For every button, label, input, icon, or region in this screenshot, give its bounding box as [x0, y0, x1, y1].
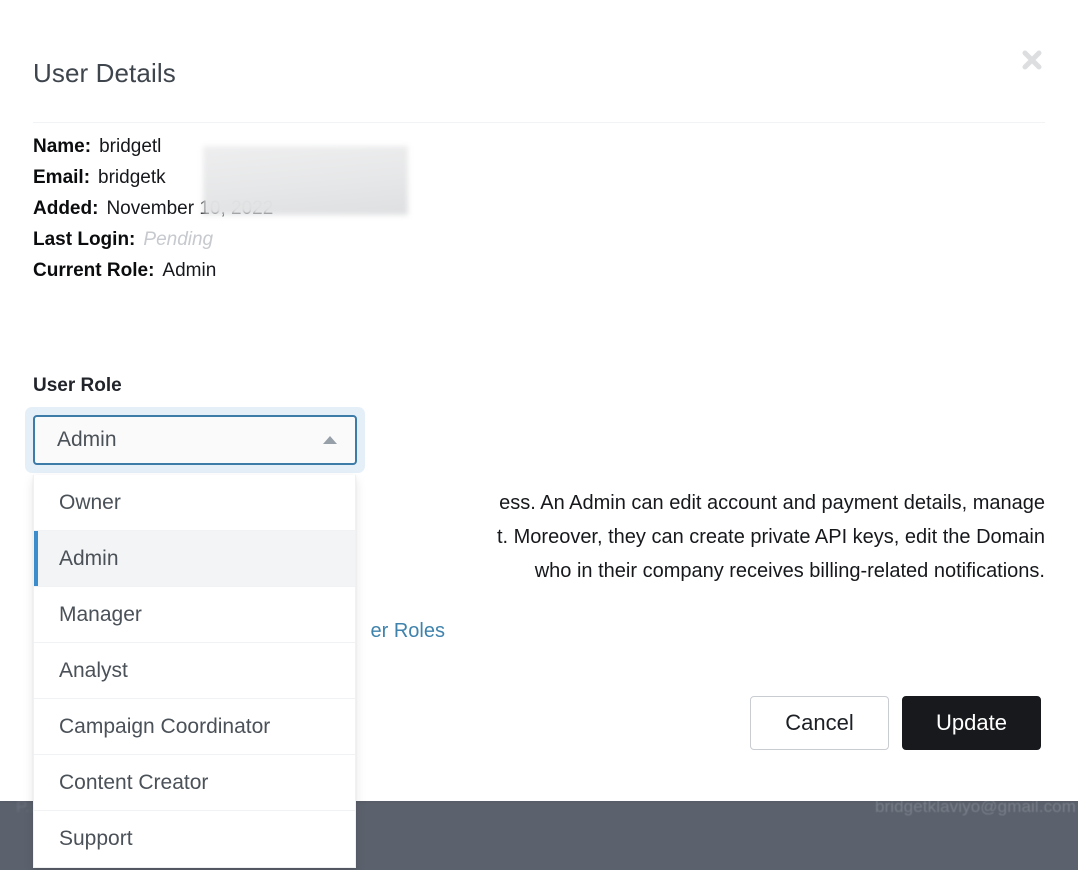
- dropdown-option-owner[interactable]: Owner: [34, 475, 355, 531]
- dropdown-option-campaign-coordinator[interactable]: Campaign Coordinator: [34, 699, 355, 755]
- user-role-selected-value: Admin: [57, 428, 117, 452]
- dropdown-option-admin[interactable]: Admin: [34, 531, 355, 587]
- detail-label: Current Role:: [33, 260, 154, 282]
- cancel-button[interactable]: Cancel: [750, 696, 889, 750]
- detail-value: bridgetl: [99, 136, 161, 158]
- detail-value: Admin: [162, 260, 216, 282]
- detail-label: Added:: [33, 198, 98, 220]
- user-role-dropdown-list[interactable]: Owner Admin Manager Analyst Campaign Coo…: [33, 475, 356, 868]
- header-divider: [33, 122, 1045, 123]
- update-button[interactable]: Update: [902, 696, 1041, 750]
- detail-value-pending: Pending: [143, 229, 213, 251]
- detail-value: bridgetk: [98, 167, 166, 189]
- dropdown-option-content-creator[interactable]: Content Creator: [34, 755, 355, 811]
- user-role-select-wrapper: Admin: [25, 407, 365, 473]
- modal-footer-actions: Cancel Update: [750, 696, 1041, 750]
- detail-label: Name:: [33, 136, 91, 158]
- detail-row-last-login: Last Login: Pending: [33, 229, 273, 260]
- redaction-block: [203, 146, 408, 215]
- screen: P... bridgetklaviyo@gmail.com User Detai…: [0, 0, 1078, 870]
- detail-label: Email:: [33, 167, 90, 189]
- user-role-select[interactable]: Admin: [33, 415, 357, 465]
- detail-label: Last Login:: [33, 229, 135, 251]
- page-title: User Details: [33, 58, 176, 89]
- user-details-modal: User Details Name: bridgetl Email: bridg…: [0, 0, 1078, 801]
- dropdown-option-analyst[interactable]: Analyst: [34, 643, 355, 699]
- detail-row-current-role: Current Role: Admin: [33, 260, 273, 291]
- chevron-up-icon[interactable]: [319, 429, 341, 451]
- user-role-field-label: User Role: [33, 375, 122, 397]
- close-icon[interactable]: [1015, 43, 1049, 77]
- dropdown-option-support[interactable]: Support: [34, 811, 355, 867]
- dropdown-option-manager[interactable]: Manager: [34, 587, 355, 643]
